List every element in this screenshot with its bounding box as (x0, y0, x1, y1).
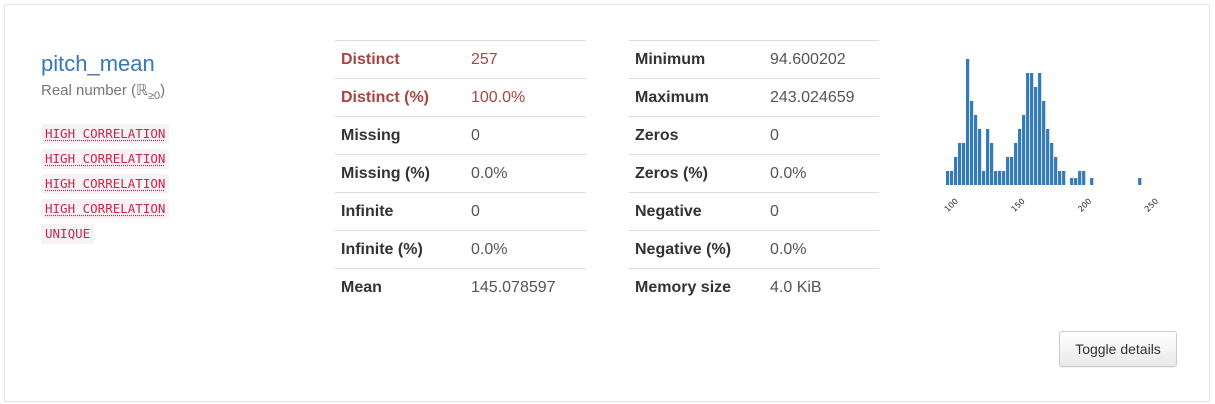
histogram-bar (990, 143, 994, 185)
histogram-bar (1078, 171, 1082, 185)
histogram-bar (982, 171, 986, 185)
table-row: Distinct 257 (335, 40, 586, 79)
stat-label: Zeros (629, 116, 764, 155)
histogram-bar (1050, 143, 1054, 185)
histogram-bar (1138, 178, 1142, 185)
histogram-tick-label: 150 (1010, 197, 1027, 214)
histogram-bar (986, 129, 990, 185)
stat-label: Zeros (%) (629, 154, 764, 193)
stat-value: 145.078597 (465, 268, 586, 306)
badge-high-correlation[interactable]: HIGH CORRELATION (41, 174, 170, 194)
stat-label: Distinct (335, 40, 465, 79)
badge-high-correlation[interactable]: HIGH CORRELATION (41, 124, 170, 144)
histogram-tick-label: 100 (943, 197, 960, 214)
histogram-bar (1082, 171, 1086, 185)
stat-value: 0 (764, 192, 879, 231)
histogram-bar (958, 143, 962, 185)
variable-type: Real number (ℝ≥0) (41, 81, 165, 106)
table-row: Negative (%) 0.0% (629, 230, 879, 269)
nonnegative-subscript: ≥0 (147, 90, 161, 102)
histogram-bar (978, 129, 982, 185)
stat-label: Minimum (629, 40, 764, 79)
stat-value: 0 (465, 116, 586, 155)
stat-value: 100.0% (465, 78, 586, 117)
variable-name[interactable]: pitch_mean (41, 51, 155, 77)
histogram-bar (974, 115, 978, 185)
histogram-bar (954, 157, 958, 185)
table-row: Maximum 243.024659 (629, 78, 879, 117)
stat-label: Maximum (629, 78, 764, 117)
badge-high-correlation[interactable]: HIGH CORRELATION (41, 199, 170, 219)
stat-label: Memory size (629, 268, 764, 306)
table-row: Missing 0 (335, 116, 586, 155)
variable-type-label: Real number ( (41, 82, 137, 99)
stat-label: Mean (335, 268, 465, 306)
histogram-bar (1046, 129, 1050, 185)
stat-label: Distinct (%) (335, 78, 465, 117)
stat-value: 0 (465, 192, 586, 231)
histogram-bar (1034, 87, 1038, 185)
table-row: Memory size 4.0 KiB (629, 268, 879, 306)
histogram-bar (1038, 73, 1042, 185)
histogram-bar (1062, 171, 1066, 185)
histogram-bar (966, 59, 970, 185)
table-row: Infinite 0 (335, 192, 586, 231)
stat-label: Negative (%) (629, 230, 764, 269)
table-row: Mean 145.078597 (335, 268, 586, 306)
histogram-bar (998, 171, 1002, 185)
histogram-bar (1014, 143, 1018, 185)
histogram-bar (970, 101, 974, 185)
table-row: Missing (%) 0.0% (335, 154, 586, 193)
alert-badges: HIGH CORRELATION HIGH CORRELATION HIGH C… (41, 124, 221, 249)
histogram-bar (1022, 115, 1026, 185)
stat-value: 0.0% (764, 230, 879, 269)
table-row: Zeros 0 (629, 116, 879, 155)
stat-label: Missing (335, 116, 465, 155)
table-row: Zeros (%) 0.0% (629, 154, 879, 193)
histogram-bar (994, 171, 998, 185)
stat-value: 257 (465, 40, 586, 79)
table-row: Minimum 94.600202 (629, 40, 879, 79)
histogram-chart: 100 150 200 250 (943, 59, 1160, 214)
histogram-tick-label: 200 (1076, 197, 1093, 214)
histogram-bar (1026, 73, 1030, 185)
stat-value: 0 (764, 116, 879, 155)
stat-label: Negative (629, 192, 764, 231)
histogram-bar (1058, 171, 1062, 185)
histogram-bar (1054, 157, 1058, 185)
real-number-symbol: ℝ (136, 82, 148, 99)
stat-label: Infinite (%) (335, 230, 465, 269)
histogram-bar (1090, 178, 1094, 185)
table-row: Distinct (%) 100.0% (335, 78, 586, 117)
variable-type-close: ) (160, 82, 166, 99)
stat-label: Missing (%) (335, 154, 465, 193)
histogram-bar (1042, 101, 1046, 185)
histogram-bar (946, 171, 950, 185)
stat-value: 0.0% (465, 230, 586, 269)
histogram-bar (962, 143, 966, 185)
histogram-bar (1070, 178, 1074, 185)
histogram-bar (1006, 157, 1010, 185)
badge-unique: UNIQUE (41, 224, 95, 244)
histogram-bar (1030, 73, 1034, 185)
histogram-bar (1010, 157, 1014, 185)
histogram-bar (1002, 171, 1006, 185)
badge-high-correlation[interactable]: HIGH CORRELATION (41, 149, 170, 169)
histogram-bar (1074, 178, 1078, 185)
stat-label: Infinite (335, 192, 465, 231)
table-row: Negative 0 (629, 192, 879, 231)
stats-table-left: Distinct 257 Distinct (%) 100.0% Missing 0 … (335, 40, 586, 306)
toggle-details-button[interactable]: Toggle details (1059, 331, 1177, 367)
stat-value: 4.0 KiB (764, 268, 879, 306)
stat-value: 0.0% (764, 154, 879, 193)
table-row: Infinite (%) 0.0% (335, 230, 586, 269)
stats-table-right: Minimum 94.600202 Maximum 243.024659 Zeros… (629, 40, 879, 306)
stat-value: 0.0% (465, 154, 586, 193)
stat-value: 94.600202 (764, 40, 879, 79)
histogram-tick-label: 250 (1143, 197, 1160, 214)
histogram-bar (950, 171, 954, 185)
stat-value: 243.024659 (764, 78, 879, 117)
histogram-bar (1018, 129, 1022, 185)
